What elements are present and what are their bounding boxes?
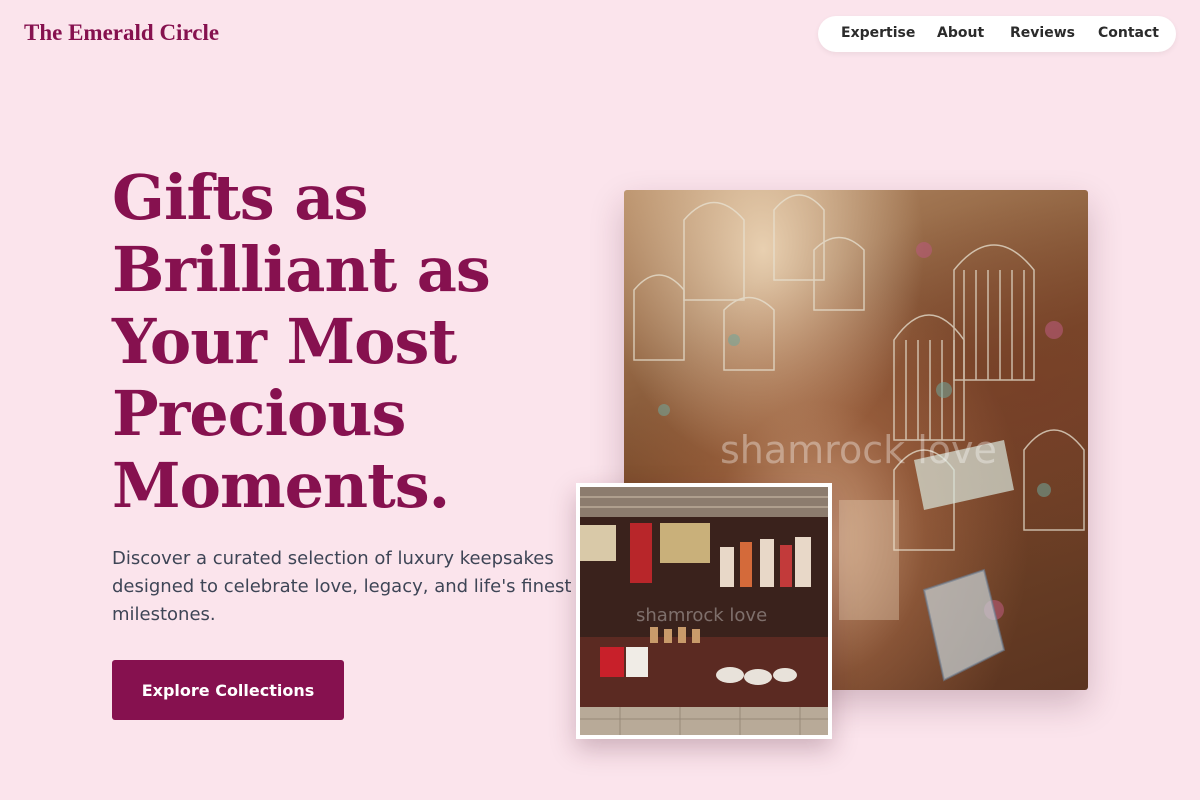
explore-collections-button[interactable]: Explore Collections [112, 660, 344, 720]
image-watermark-small: shamrock love [636, 605, 768, 626]
nav-link-expertise[interactable]: Expertise [841, 25, 915, 41]
market-stall-photo: shamrock love [576, 483, 832, 739]
top-nav: Expertise About Reviews Contact [818, 16, 1176, 52]
brand-logo[interactable]: The Emerald Circle [24, 20, 219, 46]
image-watermark: shamrock love [720, 428, 997, 472]
hero-headline: Gifts as Brilliant as Your Most Precious… [112, 161, 491, 522]
nav-link-contact[interactable]: Contact [1098, 25, 1159, 41]
hero-subtext: Discover a curated selection of luxury k… [112, 548, 572, 625]
nav-link-reviews[interactable]: Reviews [1010, 25, 1075, 41]
nav-link-about[interactable]: About [937, 25, 984, 41]
